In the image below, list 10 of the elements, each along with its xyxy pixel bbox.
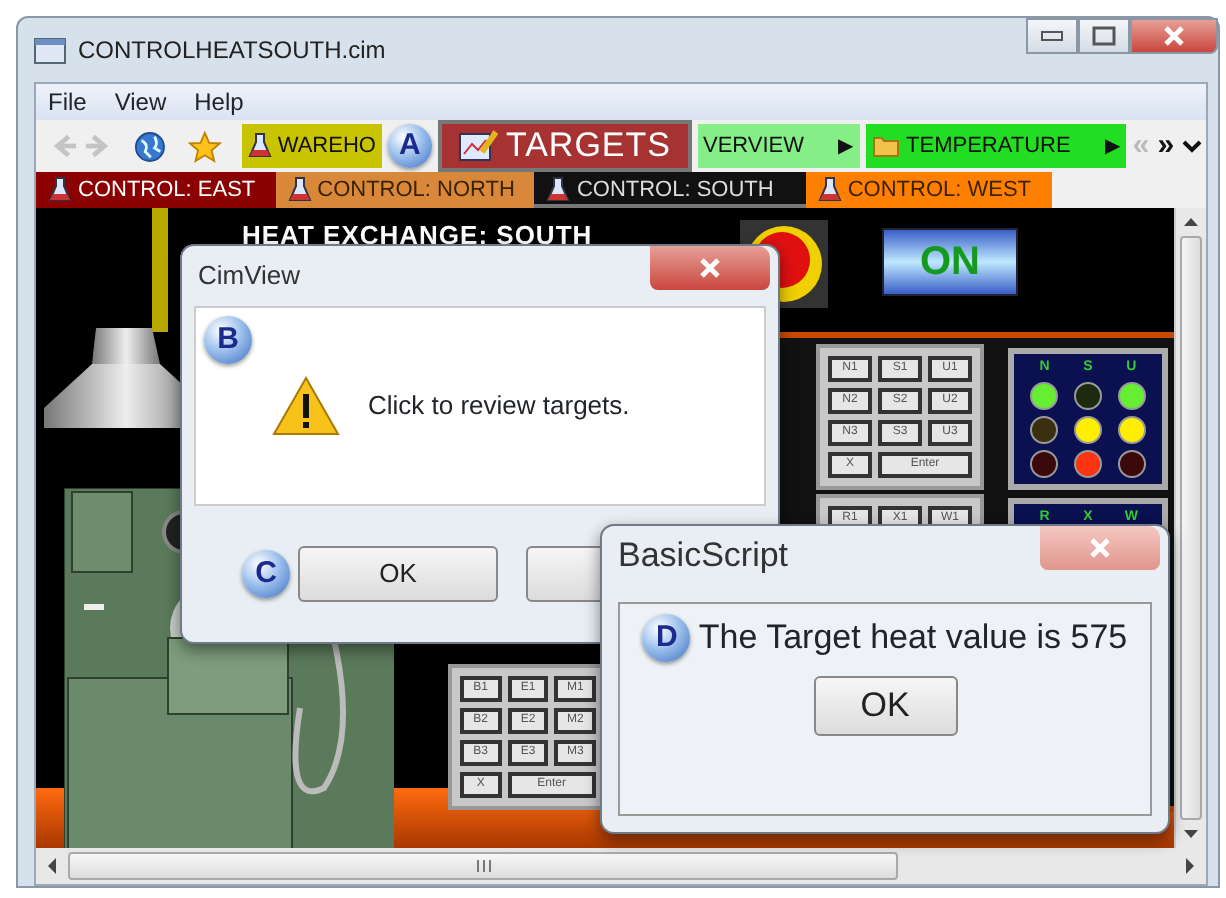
dialog-message: The Target heat value is 575 (698, 616, 1128, 660)
dialog-message: Click to review targets. (368, 388, 630, 425)
callout-badge: B (204, 316, 252, 364)
callout-badge: C (242, 550, 290, 598)
panel-title: HEAT EXCHANGE: SOUTH (242, 218, 593, 254)
callout-badge: A (387, 124, 432, 168)
dialog-title: BasicScript (618, 534, 789, 579)
callout-badge: D (642, 613, 691, 662)
window-title: CONTROLHEATSOUTH.cim (78, 34, 386, 68)
dialog-title: CimView (198, 258, 301, 295)
